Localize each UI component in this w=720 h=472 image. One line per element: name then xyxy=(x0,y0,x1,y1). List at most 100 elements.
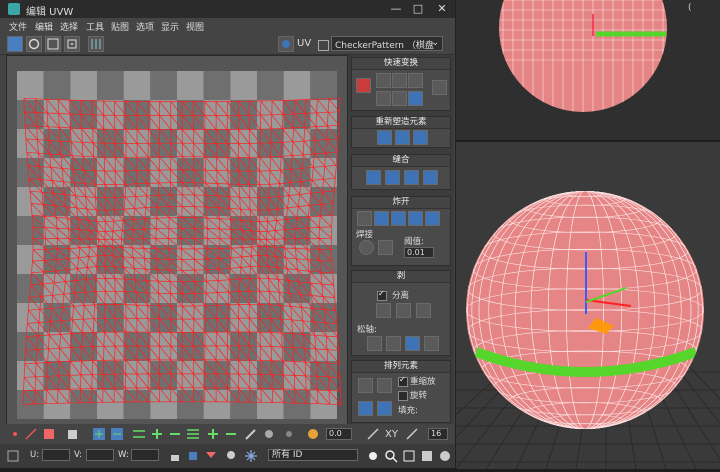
menu-select[interactable]: 选择 xyxy=(60,20,78,33)
shrink-loop-icon[interactable] xyxy=(168,427,182,441)
split-icon[interactable] xyxy=(408,211,423,226)
pelt-map-icon[interactable] xyxy=(396,303,411,318)
falloff-space-label[interactable]: XY xyxy=(385,429,398,440)
uv-editor-viewport[interactable] xyxy=(6,55,348,427)
pin-icon[interactable] xyxy=(367,336,382,351)
pack-custom-icon[interactable] xyxy=(377,378,392,393)
stitch-average-icon[interactable] xyxy=(404,170,419,185)
stitch-to-source-icon[interactable] xyxy=(385,170,400,185)
zoom-region-icon[interactable] xyxy=(402,449,416,463)
stitch-header[interactable]: 缝合 xyxy=(352,155,450,167)
detach-checkbox[interactable] xyxy=(377,289,387,301)
snap-icon[interactable] xyxy=(438,449,452,463)
menu-map[interactable]: 贴图 xyxy=(111,20,129,33)
falloff-curve-icon[interactable] xyxy=(405,427,419,441)
move-tool-icon[interactable] xyxy=(7,36,23,52)
freeform-tool-icon[interactable] xyxy=(64,36,80,52)
brush-smaller-icon[interactable] xyxy=(282,427,296,441)
menu-options[interactable]: 选项 xyxy=(136,20,154,33)
grow-loop-icon[interactable] xyxy=(150,427,164,441)
threshold-input[interactable]: 0.01 xyxy=(404,247,434,258)
weld-selected-icon[interactable] xyxy=(378,240,393,255)
minimize-button[interactable]: — xyxy=(386,2,406,16)
u-input[interactable] xyxy=(42,449,70,461)
maximize-button[interactable]: □ xyxy=(408,2,428,16)
zoom-extents-icon[interactable] xyxy=(420,449,434,463)
grow-selection-icon[interactable] xyxy=(92,427,106,441)
falloff-input[interactable]: 0.0 xyxy=(326,428,352,440)
rotate-ccw-icon[interactable] xyxy=(408,73,423,88)
brush-count-input[interactable]: 16 xyxy=(428,428,448,440)
detach-edge-icon[interactable] xyxy=(374,211,389,226)
w-input[interactable] xyxy=(131,449,159,461)
uv-mesh-canvas[interactable] xyxy=(7,56,347,426)
explode-by-smoothing-icon[interactable] xyxy=(425,211,440,226)
brush-size-icon[interactable] xyxy=(262,427,276,441)
menu-display[interactable]: 显示 xyxy=(161,20,179,33)
flip-icon[interactable] xyxy=(392,91,407,106)
grow-ring-icon[interactable] xyxy=(206,427,220,441)
peel-header[interactable]: 剥 xyxy=(352,271,450,283)
id-select-dropdown[interactable]: 所有 ID xyxy=(268,449,358,461)
perspective-viewport[interactable] xyxy=(395,141,720,470)
straighten-icon[interactable] xyxy=(376,91,391,106)
absolute-mode-icon[interactable] xyxy=(6,449,20,463)
filter-icon[interactable] xyxy=(204,449,218,463)
rotate-tool-icon[interactable] xyxy=(26,36,42,52)
pan-hand-icon[interactable] xyxy=(366,449,380,463)
quick-transform-header[interactable]: 快速变换 xyxy=(352,58,450,70)
paint-select-icon[interactable] xyxy=(244,427,258,441)
reshape-elements-header[interactable]: 重新塑造元素 xyxy=(352,117,450,129)
straighten-selection-icon[interactable] xyxy=(377,130,392,145)
element-mode-icon[interactable] xyxy=(66,427,80,441)
mirror-tool-icon[interactable] xyxy=(88,36,104,52)
space-icon[interactable] xyxy=(432,80,447,95)
quick-peel-icon[interactable] xyxy=(376,303,391,318)
element-select-icon[interactable] xyxy=(186,449,200,463)
target-weld-icon[interactable] xyxy=(359,240,374,255)
group-elements-icon[interactable] xyxy=(377,401,392,416)
break-icon[interactable] xyxy=(357,211,372,226)
shrink-ring-icon[interactable] xyxy=(224,427,238,441)
rotate-cw-icon[interactable] xyxy=(408,91,423,106)
show-map-icon[interactable] xyxy=(278,36,294,52)
scale-tool-icon[interactable] xyxy=(45,36,61,52)
relax-rounded-icon[interactable] xyxy=(413,130,428,145)
falloff-type-icon[interactable] xyxy=(366,427,380,441)
auto-pin-icon[interactable] xyxy=(405,336,420,351)
grid-icon[interactable] xyxy=(318,40,329,51)
unpin-icon[interactable] xyxy=(386,336,401,351)
pack-normalize-icon[interactable] xyxy=(358,378,373,393)
menu-tools[interactable]: 工具 xyxy=(86,20,104,33)
arrange-elements-header[interactable]: 排列元素 xyxy=(352,361,450,373)
texture-dropdown[interactable]: CheckerPattern （棋盘 ⌄ xyxy=(331,36,443,51)
rotate-checkbox[interactable] xyxy=(398,391,408,401)
menu-file[interactable]: 文件 xyxy=(9,20,27,33)
edge-mode-icon[interactable] xyxy=(24,427,38,441)
shrink-selection-icon[interactable] xyxy=(110,427,124,441)
bulb-icon[interactable] xyxy=(224,449,238,463)
select-pins-icon[interactable] xyxy=(424,336,439,351)
top-viewport[interactable]: ( xyxy=(456,0,720,140)
soft-select-icon[interactable] xyxy=(306,427,320,441)
snowflake-icon[interactable] xyxy=(244,449,258,463)
explode-header[interactable]: 炸开 xyxy=(352,197,450,209)
align-pivot-icon[interactable] xyxy=(356,78,371,93)
ring-icon[interactable] xyxy=(186,427,200,441)
zoom-icon[interactable] xyxy=(384,449,398,463)
align-horizontal-icon[interactable] xyxy=(376,73,391,88)
close-button[interactable]: ✕ xyxy=(432,2,452,16)
stitch-target-icon[interactable] xyxy=(423,170,438,185)
rescale-elements-icon[interactable] xyxy=(358,401,373,416)
menu-edit[interactable]: 编辑 xyxy=(35,20,53,33)
stitch-custom-icon[interactable] xyxy=(366,170,381,185)
relax-icon[interactable] xyxy=(395,130,410,145)
polygon-mode-icon[interactable] xyxy=(42,427,56,441)
menu-view[interactable]: 视图 xyxy=(186,20,204,33)
align-vertical-icon[interactable] xyxy=(392,73,407,88)
vertex-mode-icon[interactable] xyxy=(8,427,22,441)
flatten-icon[interactable] xyxy=(391,211,406,226)
rescale-checkbox[interactable] xyxy=(398,375,408,387)
reset-peel-icon[interactable] xyxy=(416,303,431,318)
lock-icon[interactable] xyxy=(168,449,182,463)
